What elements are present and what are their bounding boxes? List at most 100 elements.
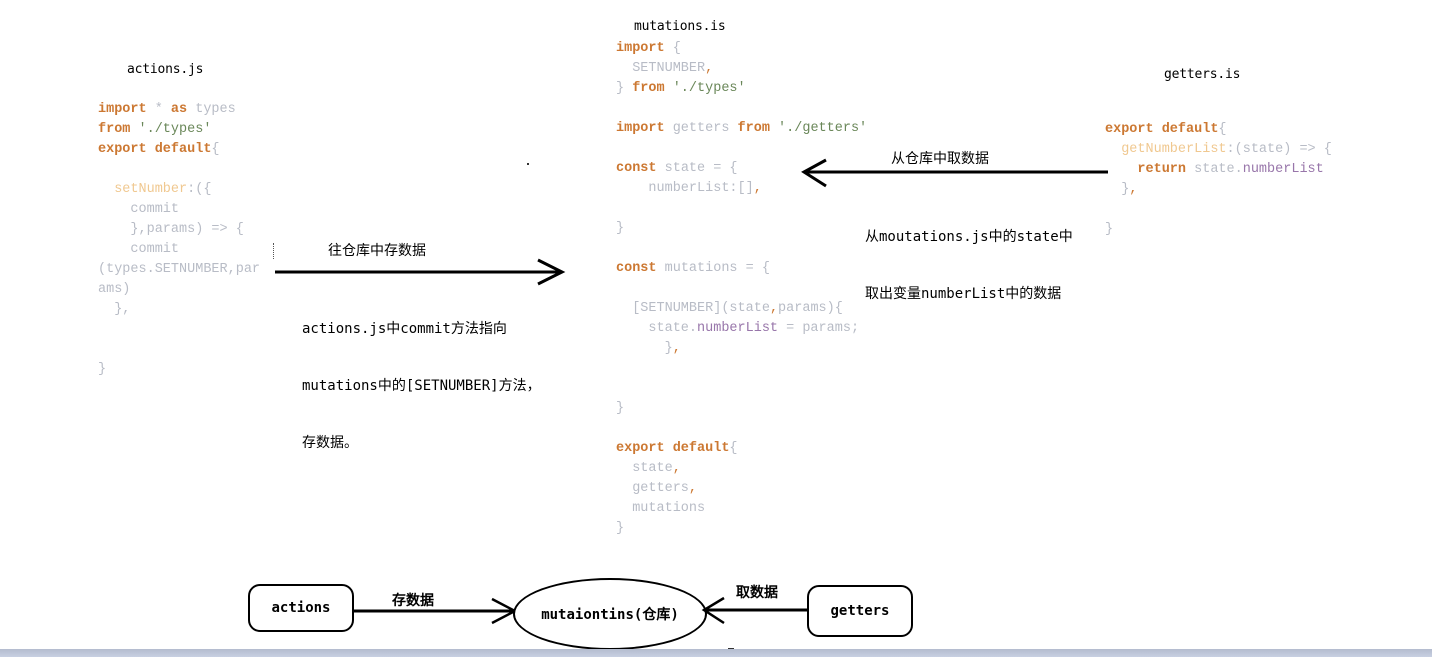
- code-token: }: [616, 521, 625, 536]
- code-token: './types': [130, 122, 212, 137]
- code-token: types: [187, 102, 236, 117]
- code-token: ,: [753, 181, 762, 196]
- getters-code-block: export default{ getNumberList:(state) =>…: [1105, 120, 1332, 240]
- code-token: numberList: [697, 321, 779, 336]
- code-token: {: [211, 142, 220, 157]
- code-line: },params) => {: [98, 220, 260, 240]
- code-line: },: [98, 300, 260, 320]
- code-line: },: [1105, 180, 1332, 200]
- code-line: state,: [616, 459, 867, 479]
- code-token: const: [616, 261, 657, 276]
- fetch-arrow-note: 从moutations.js中的state中 取出变量numberList中的数…: [865, 190, 1073, 323]
- code-token: params){: [778, 301, 843, 316]
- code-token: }: [1105, 222, 1114, 237]
- code-line: }: [98, 360, 260, 380]
- code-line: from './types': [98, 120, 260, 140]
- store-arrow-note: actions.js中commit方法指向 mutations中的[SETNUM…: [302, 282, 541, 472]
- code-token: ,: [672, 461, 681, 476]
- code-token: ,: [1129, 182, 1138, 197]
- code-line: export default{: [98, 140, 260, 160]
- code-token: mutations = {: [656, 261, 770, 276]
- code-token: export default: [1105, 122, 1219, 137]
- store-note-line: 存数据。: [302, 435, 358, 451]
- code-token: [SETNUMBER](state: [616, 301, 770, 316]
- getters-node: getters: [807, 585, 913, 637]
- code-token: (types.SETNUMBER,par: [98, 262, 261, 277]
- stray-dot: [527, 163, 529, 165]
- code-token: = params;: [778, 321, 860, 336]
- code-token: from: [632, 81, 665, 96]
- code-line: export default{: [1105, 120, 1332, 140]
- code-token: }: [98, 362, 107, 377]
- code-line: getNumberList:(state) => {: [1105, 140, 1332, 160]
- code-token: commit: [98, 202, 180, 217]
- store-flow-arrow: [352, 597, 518, 625]
- code-line: }: [616, 399, 867, 419]
- code-line: import {: [616, 39, 867, 59]
- code-token: :(state) => {: [1226, 142, 1332, 157]
- code-token: state.: [616, 321, 698, 336]
- fetch-note-line: 从moutations.js中的state中: [865, 229, 1073, 245]
- code-line: }: [616, 219, 867, 239]
- code-token: const: [616, 161, 657, 176]
- code-token: import: [616, 121, 665, 136]
- code-line: const mutations = {: [616, 259, 867, 279]
- code-line: export default{: [616, 439, 867, 459]
- code-line: return state.numberList: [1105, 160, 1332, 180]
- code-token: as: [170, 102, 188, 117]
- bottom-scrollbar[interactable]: [0, 649, 1432, 657]
- code-token: import: [616, 41, 665, 56]
- code-token: {: [729, 441, 738, 456]
- code-line: }: [1105, 220, 1332, 240]
- code-token: mutations: [616, 501, 706, 516]
- code-line: import getters from './getters': [616, 119, 867, 139]
- code-token: return: [1137, 162, 1187, 177]
- fetch-flow-arrow: [701, 596, 810, 625]
- code-token: SETNUMBER: [616, 61, 706, 76]
- code-line: ams): [98, 280, 260, 300]
- code-token: {: [664, 41, 681, 56]
- code-token: getters: [664, 121, 738, 136]
- code-token: *: [146, 102, 171, 117]
- actions-code-block: import * as types from './types' export de…: [98, 100, 260, 380]
- code-line: },: [616, 339, 867, 359]
- code-token: },: [98, 302, 131, 317]
- mutations-node: mutaiontins(仓库): [513, 578, 707, 650]
- code-token: :({: [187, 182, 212, 197]
- code-line: import * as types: [98, 100, 260, 120]
- code-token: state.: [1186, 162, 1243, 177]
- code-token: ,: [672, 341, 681, 356]
- code-line: [SETNUMBER](state,params){: [616, 299, 867, 319]
- code-line: setNumber:({: [98, 180, 260, 200]
- code-token: state = {: [656, 161, 738, 176]
- code-token: }: [616, 401, 625, 416]
- code-token: export default: [616, 441, 730, 456]
- code-token: state: [616, 461, 673, 476]
- code-token: commit: [98, 242, 180, 257]
- code-token: from: [737, 121, 770, 136]
- code-line: state.numberList = params;: [616, 319, 867, 339]
- code-token: ,: [769, 301, 779, 316]
- fetch-arrow: [801, 158, 1108, 188]
- code-token: export default: [98, 142, 212, 157]
- code-token: getters: [616, 481, 689, 496]
- code-token: ams): [98, 282, 131, 297]
- code-token: numberList: [1242, 162, 1324, 177]
- mutations-code-block: import { SETNUMBER,} from './types' impor…: [616, 39, 867, 539]
- code-token: ,: [705, 61, 714, 76]
- store-note-line: actions.js中commit方法指向: [302, 321, 507, 337]
- code-line: SETNUMBER,: [616, 59, 867, 79]
- code-token: './types': [664, 81, 746, 96]
- code-token: {: [1218, 122, 1227, 137]
- code-line: mutations: [616, 499, 867, 519]
- code-line: } from './types': [616, 79, 867, 99]
- actions-node: actions: [248, 584, 354, 632]
- store-note-line: mutations中的[SETNUMBER]方法，: [302, 378, 541, 394]
